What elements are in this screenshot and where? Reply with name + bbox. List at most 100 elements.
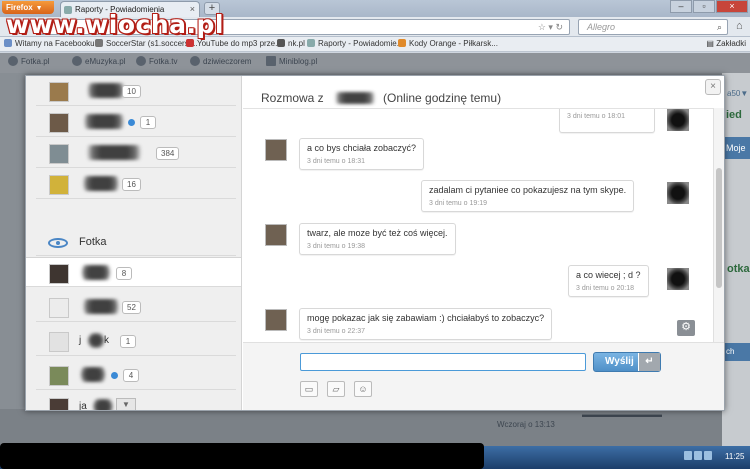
bookmark-item[interactable]: Kody Orange - Piłkarsk... bbox=[398, 37, 498, 51]
site-nav-label: dziwieczorem bbox=[203, 57, 252, 66]
maximize-icon[interactable]: ▫ bbox=[693, 0, 715, 13]
contact-item-active[interactable]: 8 bbox=[26, 257, 241, 287]
feed-date: Wczoraj o 13:13 bbox=[497, 420, 555, 429]
bookmark-label: Kody Orange - Piłkarsk... bbox=[409, 39, 498, 48]
chevron-down-icon: ▼ bbox=[122, 400, 130, 409]
flag-icon[interactable] bbox=[704, 451, 712, 460]
fotka-eye-icon bbox=[48, 238, 68, 248]
site-nav-label: Miniblog.pl bbox=[279, 57, 318, 66]
avatar bbox=[49, 175, 69, 195]
enter-key-icon[interactable]: ↵ bbox=[638, 353, 660, 371]
contact-item[interactable]: j k 1 bbox=[36, 326, 236, 356]
bookmark-item[interactable]: nk.pl bbox=[277, 37, 305, 51]
contact-item[interactable]: 52 bbox=[36, 292, 236, 322]
message-date: 3 dni temu o 19:19 bbox=[429, 200, 487, 207]
message-bubble-me: zadalam ci pytaniee co pokazujesz na tym… bbox=[421, 180, 635, 212]
avatar bbox=[265, 309, 287, 331]
online-status-icon bbox=[128, 119, 135, 126]
search-icon[interactable]: ⌕ bbox=[717, 20, 722, 34]
contact-item[interactable]: 384 bbox=[36, 138, 236, 168]
message-text: zadalam ci pytaniee co pokazujesz na tym… bbox=[429, 185, 627, 195]
search-button[interactable]: ch bbox=[722, 343, 750, 361]
moon-icon bbox=[190, 56, 200, 66]
redacted-name bbox=[76, 114, 132, 129]
redacted-name bbox=[76, 367, 110, 382]
contact-item[interactable]: 16 bbox=[36, 169, 236, 199]
system-tray bbox=[684, 451, 716, 461]
bookmarks-menu[interactable]: ▤ Zakładki bbox=[706, 37, 746, 51]
contact-item[interactable]: 10 bbox=[36, 76, 236, 106]
sidebar-heading: ied bbox=[726, 109, 742, 121]
message-composer: Wyślij ↵ ▭ ▱ ☺ bbox=[243, 342, 724, 410]
site-nav-fotka[interactable]: Fotka.pl bbox=[8, 53, 49, 71]
message-date: 3 dni temu o 20:18 bbox=[576, 285, 634, 292]
fotka-contact[interactable]: Fotka bbox=[36, 229, 236, 256]
message-bubble-me: 3 dni temu o 18:01 bbox=[559, 109, 655, 133]
avatar bbox=[49, 264, 69, 284]
contact-name: j bbox=[79, 335, 82, 346]
network-icon[interactable] bbox=[684, 451, 692, 460]
message-count-badge: 8 bbox=[116, 267, 132, 280]
moje-button[interactable]: Moje bbox=[722, 137, 750, 159]
search-bar[interactable]: Allegro ⌕ bbox=[578, 19, 728, 35]
message-date: 3 dni temu o 22:37 bbox=[307, 328, 365, 335]
bookmark-item[interactable]: YouTube do mp3 prze... bbox=[186, 37, 282, 51]
gear-icon[interactable]: ⚙ bbox=[677, 320, 695, 336]
site-nav-label: Fotka.pl bbox=[21, 57, 50, 66]
message-bubble-them: mogę pokazac jak się zabawiam :) chciała… bbox=[299, 308, 553, 340]
bookmark-label: YouTube do mp3 prze... bbox=[197, 39, 282, 48]
chat-bubble-icon[interactable]: ▱ bbox=[327, 381, 345, 397]
site-nav-dziwieczorem[interactable]: dziwieczorem bbox=[190, 53, 251, 71]
contact-item[interactable]: 4 bbox=[36, 360, 236, 390]
contact-item[interactable]: 1 bbox=[36, 107, 236, 137]
avatar bbox=[49, 144, 69, 164]
scroll-down-button[interactable]: ▼ bbox=[116, 398, 136, 410]
avatar bbox=[265, 139, 287, 161]
right-sidebar bbox=[722, 73, 750, 446]
smiley-icon[interactable]: ☺ bbox=[354, 381, 372, 397]
window-controls: – ▫ × bbox=[670, 0, 748, 15]
bookmark-label: SoccerStar (s1.soccerst... bbox=[106, 39, 198, 48]
search-placeholder: Allegro bbox=[587, 22, 616, 32]
watermark-logo: www.wiocha.pl bbox=[6, 10, 224, 39]
message-date: 3 dni temu o 18:31 bbox=[307, 158, 365, 165]
bookmark-item[interactable]: Raporty - Powiadomie... bbox=[307, 37, 403, 51]
send-button[interactable]: Wyślij ↵ bbox=[593, 352, 661, 372]
site-nav-miniblog[interactable]: Miniblog.pl bbox=[266, 53, 317, 71]
bookmark-item[interactable]: SoccerStar (s1.soccerst... bbox=[95, 37, 198, 51]
bookmark-star-icon[interactable]: ☆ ▾ ↻ bbox=[538, 20, 563, 34]
avatar bbox=[49, 366, 69, 386]
chat-scrollbar[interactable] bbox=[713, 108, 724, 342]
avatar bbox=[49, 298, 69, 318]
redacted-name bbox=[90, 399, 116, 410]
redacted-name bbox=[86, 333, 106, 348]
message-list: 3 dni temu o 18:01 a co bys chciała zoba… bbox=[243, 108, 713, 342]
contacts-list: 10 1 384 16 Fotka 8 52 j k 1 4 ja ▼ bbox=[26, 76, 242, 410]
nk-icon bbox=[277, 39, 285, 47]
site-nav-label: eMuzyka.pl bbox=[85, 57, 126, 66]
scrollbar-thumb[interactable] bbox=[716, 168, 722, 288]
close-icon[interactable]: × bbox=[705, 79, 721, 95]
avatar bbox=[49, 113, 69, 133]
taskbar-clock: 11:25 bbox=[725, 452, 745, 461]
feed-link[interactable]: ▬▬▬▬▬▬▬▬▬▬ bbox=[582, 410, 662, 419]
minimize-icon[interactable]: – bbox=[670, 0, 692, 13]
image-icon[interactable]: ▭ bbox=[300, 381, 318, 397]
message-text: mogę pokazac jak się zabawiam :) chciała… bbox=[307, 313, 545, 323]
site-nav-fotkatv[interactable]: Fotka.tv bbox=[136, 53, 177, 71]
fotka-eye-icon bbox=[8, 56, 18, 66]
taskbar-redacted bbox=[0, 443, 484, 469]
home-icon[interactable]: ⌂ bbox=[736, 20, 743, 32]
site-nav-emuzyka[interactable]: eMuzyka.pl bbox=[72, 53, 125, 71]
user-link[interactable]: a50▼ bbox=[727, 89, 748, 98]
bookmark-item[interactable]: Witamy na Facebooku... bbox=[4, 37, 101, 51]
close-window-icon[interactable]: × bbox=[716, 0, 748, 13]
miniblog-icon bbox=[266, 56, 276, 66]
avatar bbox=[667, 268, 689, 290]
volume-icon[interactable] bbox=[694, 451, 702, 460]
contact-item[interactable]: ja bbox=[36, 392, 236, 410]
message-input[interactable] bbox=[300, 353, 586, 371]
bookmark-label: Witamy na Facebooku... bbox=[15, 39, 102, 48]
message-bubble-me: a co wiecej ; d ? 3 dni temu o 20:18 bbox=[568, 265, 649, 297]
chat-panel: Rozmowa z (Online godzinę temu) × 3 dni … bbox=[243, 76, 724, 410]
